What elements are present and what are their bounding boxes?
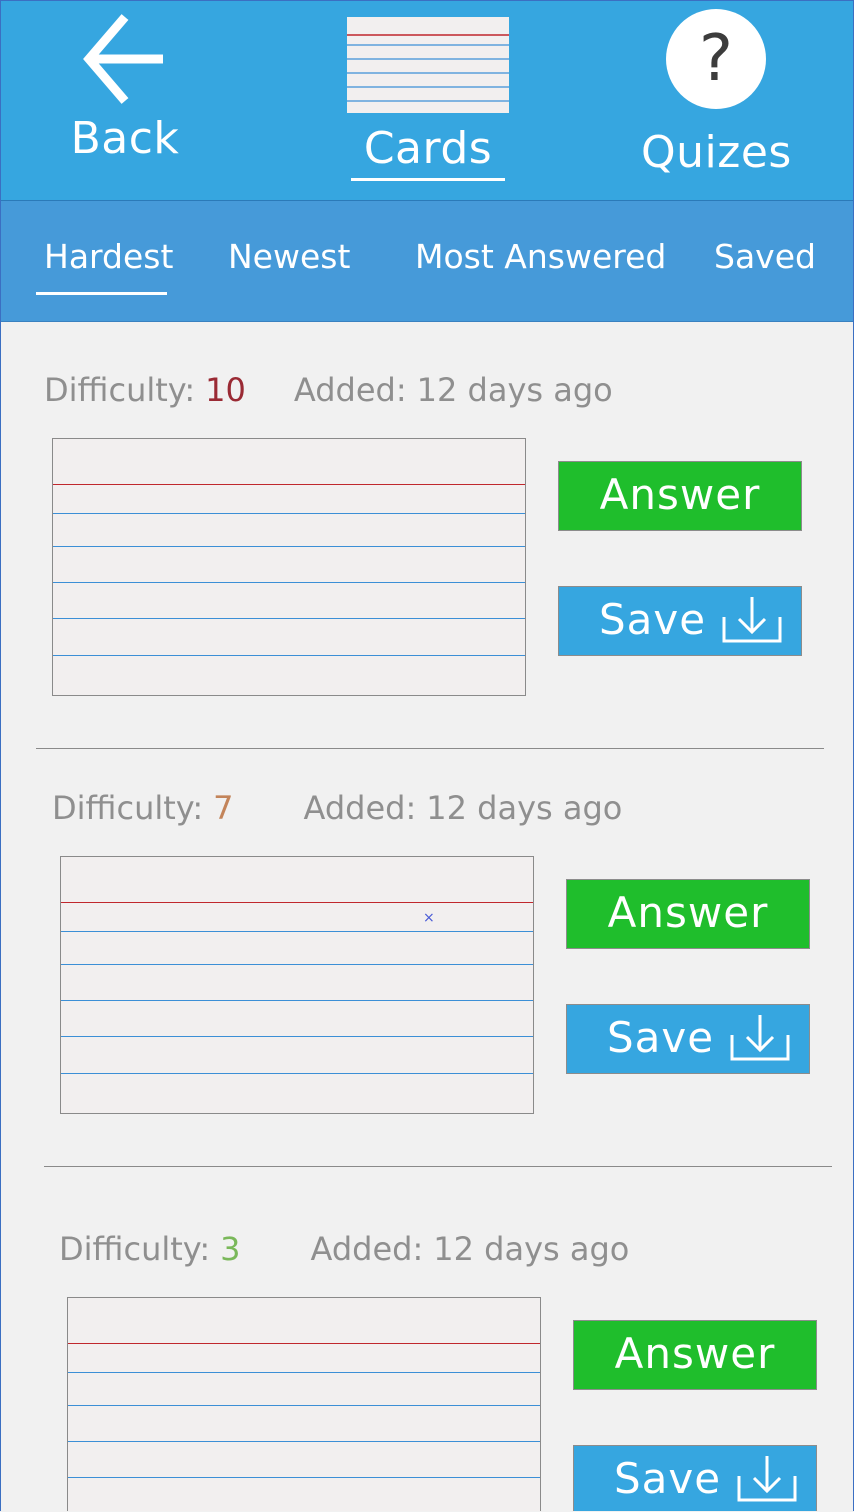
- save-label: Save: [614, 1454, 722, 1503]
- quizzes-nav-button[interactable]: ? Quizes: [641, 9, 791, 178]
- tab-newest[interactable]: Newest: [228, 237, 350, 276]
- cards-label: Cards: [363, 123, 493, 174]
- arrow-left-icon: [83, 14, 163, 104]
- difficulty-label: Difficulty:: [44, 371, 196, 409]
- app-frame: Back Cards ? Quizes Hardest Newest Most …: [0, 0, 854, 1511]
- card-preview[interactable]: [67, 1297, 541, 1511]
- save-label: Save: [599, 595, 707, 644]
- active-tab-underline: [36, 292, 167, 295]
- card-meta: Difficulty: 7 Added: 12 days ago: [52, 789, 622, 827]
- card-preview[interactable]: ×: [60, 856, 534, 1114]
- card-divider: [36, 748, 824, 749]
- sort-tab-bar: Hardest Newest Most Answered Saved: [1, 201, 853, 322]
- added-label: Added:: [293, 371, 407, 409]
- answer-button[interactable]: Answer: [558, 461, 802, 531]
- back-button[interactable]: Back: [59, 9, 191, 164]
- quizzes-label: Quizes: [641, 127, 792, 178]
- tab-most-answered[interactable]: Most Answered: [415, 237, 666, 276]
- save-button[interactable]: Save: [558, 586, 802, 656]
- cards-nav-button[interactable]: Cards: [345, 17, 511, 181]
- card-meta: Difficulty: 3 Added: 12 days ago: [59, 1230, 629, 1268]
- added-value: 12 days ago: [433, 1230, 630, 1268]
- added-label: Added:: [310, 1230, 424, 1268]
- top-nav-bar: Back Cards ? Quizes: [1, 1, 853, 201]
- cursor-mark-icon: ×: [423, 910, 435, 926]
- tab-hardest[interactable]: Hardest: [44, 237, 173, 276]
- card-preview[interactable]: [52, 438, 526, 696]
- save-label: Save: [607, 1013, 715, 1062]
- cards-active-underline: [351, 178, 505, 181]
- index-card-icon: [347, 17, 509, 113]
- tab-saved[interactable]: Saved: [714, 237, 816, 276]
- difficulty-value: 7: [213, 789, 234, 827]
- card-meta: Difficulty: 10 Added: 12 days ago: [44, 371, 613, 409]
- save-button[interactable]: Save: [573, 1445, 817, 1511]
- added-value: 12 days ago: [426, 789, 623, 827]
- added-value: 12 days ago: [416, 371, 613, 409]
- difficulty-label: Difficulty:: [52, 789, 204, 827]
- difficulty-value: 3: [220, 1230, 241, 1268]
- download-tray-icon: [722, 597, 782, 643]
- added-label: Added:: [303, 789, 417, 827]
- difficulty-label: Difficulty:: [59, 1230, 211, 1268]
- back-label: Back: [70, 113, 180, 164]
- difficulty-value: 10: [205, 371, 246, 409]
- card-divider: [44, 1166, 832, 1167]
- answer-button[interactable]: Answer: [566, 879, 810, 949]
- download-tray-icon: [730, 1015, 790, 1061]
- save-button[interactable]: Save: [566, 1004, 810, 1074]
- download-tray-icon: [737, 1456, 797, 1502]
- answer-button[interactable]: Answer: [573, 1320, 817, 1390]
- question-circle-icon: ?: [666, 9, 766, 109]
